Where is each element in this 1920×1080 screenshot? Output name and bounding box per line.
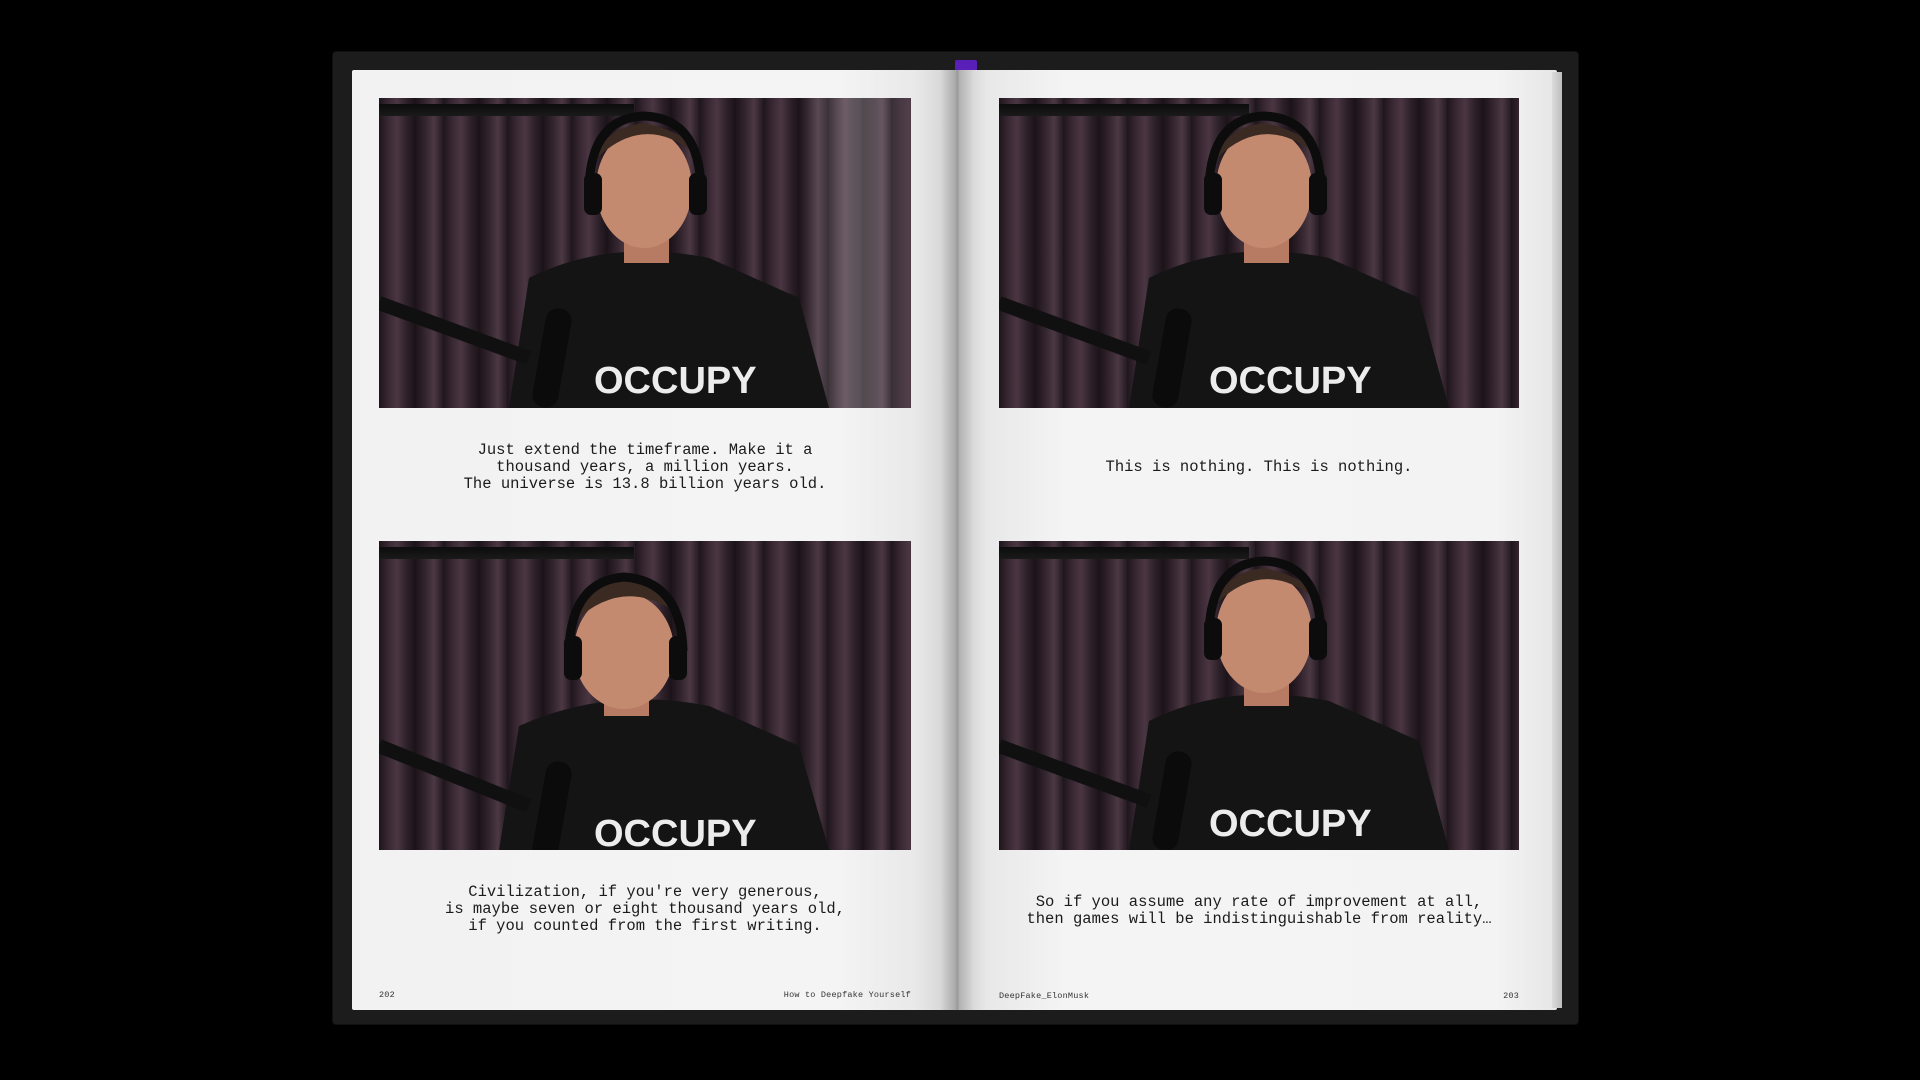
book-spread-scene: OCCUPY Just extend the timeframe. Make i… (0, 0, 1920, 1080)
page-number-right: 203 (1503, 991, 1519, 1001)
podcast-guest-image: OCCUPY (999, 98, 1519, 408)
video-still-2: OCCUPY (379, 541, 911, 850)
running-title-left: How to Deepfake Yourself (783, 990, 911, 1000)
shirt-text: OCCUPY (1209, 360, 1372, 402)
shirt-text: OCCUPY (594, 360, 757, 402)
page-number-left: 202 (379, 990, 395, 1000)
caption-1: Just extend the timeframe. Make it a tho… (463, 441, 827, 493)
podcast-guest-image: OCCUPY (379, 98, 911, 408)
video-still-4: OCCUPY (999, 541, 1519, 850)
caption-4: So if you assume any rate of improvement… (1026, 893, 1492, 928)
page-stack-edge (1552, 72, 1562, 1008)
podcast-guest-image: OCCUPY (999, 541, 1519, 850)
video-still-3: OCCUPY (999, 98, 1519, 408)
shirt-text: OCCUPY (1209, 803, 1372, 845)
shirt-text: OCCUPY (594, 813, 757, 850)
video-still-1: OCCUPY (379, 98, 911, 408)
podcast-guest-image: OCCUPY (379, 541, 911, 850)
caption-2: Civilization, if you're very generous, i… (445, 883, 845, 935)
caption-3: This is nothing. This is nothing. (1105, 458, 1413, 476)
running-title-right: DeepFake_ElonMusk (999, 991, 1090, 1001)
